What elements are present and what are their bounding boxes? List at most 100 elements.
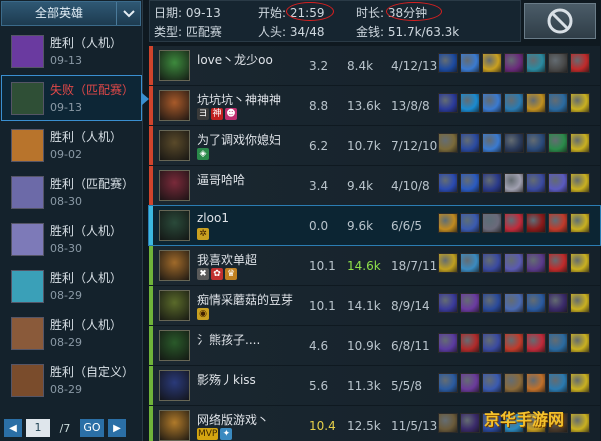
item-icon[interactable] [526,293,546,313]
item-icon[interactable] [504,53,524,73]
item-icon[interactable] [460,293,480,313]
item-icon[interactable] [526,53,546,73]
item-icon[interactable] [460,93,480,113]
item-icon[interactable] [526,253,546,273]
item-icon[interactable] [504,373,524,393]
match-date: 09-13 [50,54,82,67]
item-icon[interactable] [482,373,502,393]
item-icon[interactable] [570,293,590,313]
item-icon[interactable] [460,213,480,233]
item-icon[interactable] [438,253,458,273]
item-icon[interactable] [526,93,546,113]
player-row[interactable]: love丶龙少oo 3.2 8.4k 4/12/13 [149,46,600,85]
player-gold: 11.3k [347,379,381,393]
item-icon[interactable] [570,173,590,193]
item-icon[interactable] [548,373,568,393]
match-list-item[interactable]: 胜利（匹配赛） 08-30 [1,169,142,215]
item-icon[interactable] [460,53,480,73]
item-icon[interactable] [570,413,590,433]
match-list-item[interactable]: 失败（匹配赛） 09-13 [1,75,149,121]
item-icon[interactable] [570,213,590,233]
item-icon[interactable] [548,133,568,153]
item-icon[interactable] [504,293,524,313]
item-icon[interactable] [526,333,546,353]
item-icon[interactable] [570,253,590,273]
item-icon[interactable] [548,293,568,313]
item-icon[interactable] [438,413,458,433]
match-list-item[interactable]: 胜利（人机） 08-29 [1,263,142,309]
player-row[interactable]: 氵熊孩子.... 4.6 10.9k 6/8/11 [149,326,600,365]
item-icon[interactable] [504,213,524,233]
item-icon[interactable] [438,93,458,113]
player-hero-avatar [159,370,190,401]
item-icon[interactable] [570,133,590,153]
player-row[interactable]: 为了调戏你媳妇 ◈ 6.2 10.7k 7/12/10 [149,126,600,165]
player-row[interactable]: 我喜欢单超 ✖ ✿ ♛ 10.1 14.6k 18/7/11 [149,246,600,285]
player-row[interactable]: 坑坑坑丶神神神ヨ神 ☻ 8.8 13.6k 13/8/8 [149,86,600,125]
item-icon[interactable] [504,253,524,273]
item-icon[interactable] [438,173,458,193]
item-icon[interactable] [570,333,590,353]
item-icon[interactable] [570,373,590,393]
item-icon[interactable] [482,133,502,153]
item-icon[interactable] [504,333,524,353]
item-icon[interactable] [460,373,480,393]
chevron-down-icon[interactable] [116,2,140,25]
item-icon[interactable] [438,133,458,153]
close-button[interactable] [524,3,596,39]
player-rating: 6.2 [309,139,329,153]
go-button[interactable]: GO [80,419,104,437]
item-icon[interactable] [504,93,524,113]
item-icon[interactable] [570,53,590,73]
item-icon[interactable] [460,333,480,353]
item-icon[interactable] [548,213,568,233]
item-icon[interactable] [570,93,590,113]
item-icon[interactable] [438,213,458,233]
item-icon[interactable] [460,133,480,153]
item-icon[interactable] [504,133,524,153]
hero-filter-dropdown[interactable]: 全部英雄 [1,1,141,26]
match-list-item[interactable]: 胜利（人机） 09-02 [1,122,142,168]
item-icon[interactable] [482,93,502,113]
item-icon[interactable] [526,133,546,153]
item-icon[interactable] [460,253,480,273]
player-badge-icon: ☻ [225,108,237,120]
item-icon[interactable] [482,53,502,73]
item-icon[interactable] [526,373,546,393]
player-name: 我喜欢单超 [197,253,258,267]
player-row[interactable]: zloo1 ✲ 0.0 9.6k 6/6/5 [148,205,601,246]
item-icon[interactable] [548,53,568,73]
item-icon[interactable] [482,253,502,273]
item-icon[interactable] [460,173,480,193]
player-kda: 18/7/11 [391,259,438,273]
prev-page-button[interactable]: ◀ [4,419,22,437]
item-icon[interactable] [482,293,502,313]
match-list-item[interactable]: 胜利（人机） 08-30 [1,216,142,262]
item-icon[interactable] [438,333,458,353]
player-row[interactable]: 逼哥哈哈 3.4 9.4k 4/10/8 [149,166,600,205]
match-list-item[interactable]: 胜利（人机） 08-29 [1,310,142,356]
item-icon[interactable] [548,333,568,353]
item-icon[interactable] [526,213,546,233]
player-hero-avatar [159,410,190,441]
item-icon[interactable] [548,173,568,193]
item-icon[interactable] [548,93,568,113]
match-list-item[interactable]: 胜利（自定义） 08-29 [1,357,142,403]
item-icon[interactable] [438,373,458,393]
player-hero-avatar [159,330,190,361]
next-page-button[interactable]: ▶ [108,419,126,437]
player-row[interactable]: 痴情采蘑菇的豆芽 ◉ 10.1 14.1k 8/9/14 [149,286,600,325]
item-icon[interactable] [504,173,524,193]
player-badges: ヨ神 ☻ [197,108,237,120]
player-row[interactable]: 影殇丿kiss 5.6 11.3k 5/5/8 [149,366,600,405]
item-icon[interactable] [482,213,502,233]
item-icon[interactable] [460,413,480,433]
item-icon[interactable] [482,173,502,193]
match-list-item[interactable]: 胜利（人机） 09-13 [1,28,142,74]
item-icon[interactable] [482,333,502,353]
item-icon[interactable] [438,293,458,313]
item-icon[interactable] [438,53,458,73]
item-icon[interactable] [526,173,546,193]
page-number-input[interactable]: 1 [26,419,50,437]
item-icon[interactable] [548,253,568,273]
